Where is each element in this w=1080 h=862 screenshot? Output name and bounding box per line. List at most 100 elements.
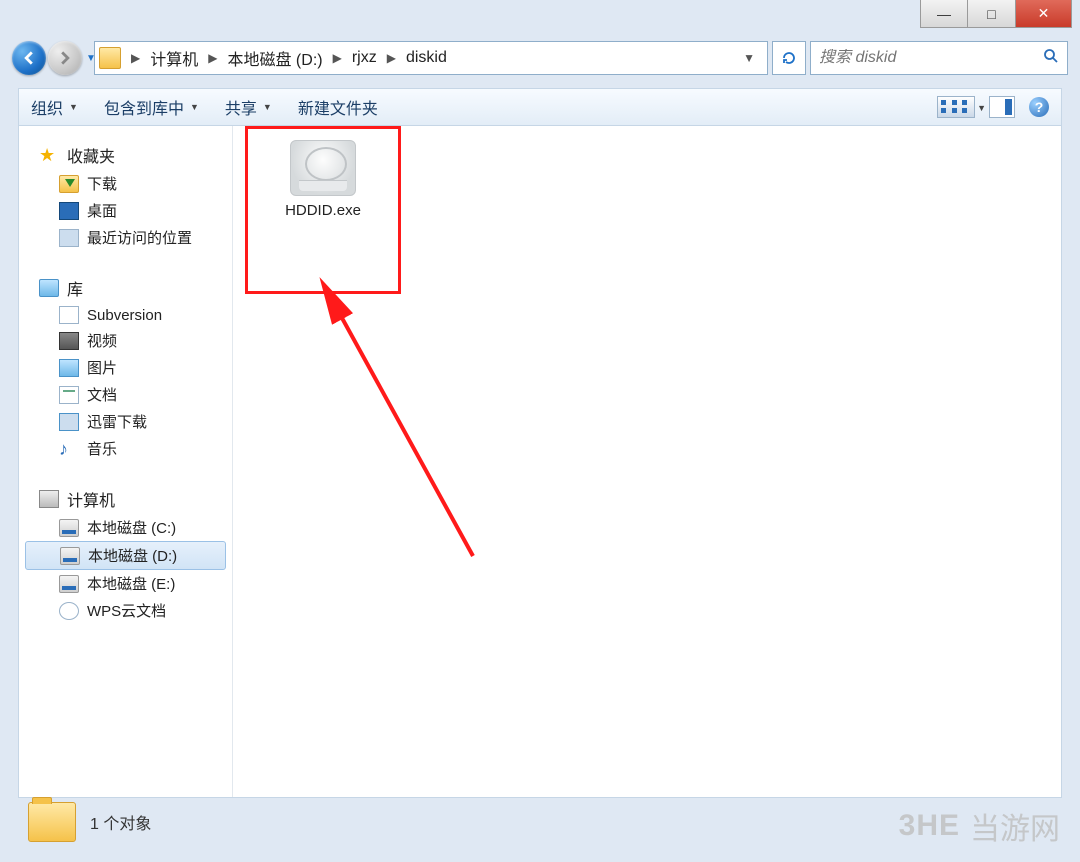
chevron-right-icon[interactable]: ▶ bbox=[125, 51, 146, 65]
sidebar-item-label: 迅雷下载 bbox=[87, 411, 147, 432]
help-button[interactable]: ? bbox=[1029, 97, 1049, 117]
sidebar-item-label: 图片 bbox=[87, 357, 117, 378]
organize-label: 组织 bbox=[31, 95, 63, 119]
breadcrumb-computer[interactable]: 计算机 bbox=[146, 42, 202, 74]
search-box[interactable] bbox=[810, 41, 1068, 75]
sidebar-group-libraries[interactable]: 库 bbox=[19, 273, 232, 303]
picture-icon bbox=[59, 359, 79, 377]
navigation-bar: ▼ ▶ 计算机 ▶ 本地磁盘 (D:) ▶ rjxz ▶ diskid ▼ bbox=[12, 38, 1068, 78]
sidebar-item-recent[interactable]: 最近访问的位置 bbox=[19, 224, 232, 251]
computer-icon bbox=[39, 490, 59, 508]
organize-menu[interactable]: 组织 ▼ bbox=[31, 95, 78, 119]
back-button[interactable] bbox=[12, 41, 46, 75]
sidebar-item-videos[interactable]: 视频 bbox=[19, 327, 232, 354]
history-dropdown[interactable]: ▼ bbox=[86, 53, 96, 64]
refresh-icon bbox=[781, 50, 797, 66]
breadcrumb-drive[interactable]: 本地磁盘 (D:) bbox=[223, 42, 326, 74]
download-icon bbox=[59, 175, 79, 193]
sidebar-item-wps-cloud[interactable]: WPS云文档 bbox=[19, 597, 232, 624]
computer-label: 计算机 bbox=[67, 487, 115, 511]
minimize-button[interactable]: — bbox=[920, 0, 968, 28]
chevron-right-icon[interactable]: ▶ bbox=[202, 51, 223, 65]
main-content: ★ 收藏夹 下载 桌面 最近访问的位置 库 Subversion 视频 图片 文档… bbox=[18, 126, 1062, 798]
folder-icon bbox=[99, 47, 121, 69]
drive-icon bbox=[60, 547, 80, 565]
watermark: 3HE 当游网 bbox=[899, 804, 1060, 848]
library-icon bbox=[39, 279, 59, 297]
share-menu[interactable]: 共享 ▼ bbox=[225, 95, 272, 119]
view-options-button[interactable]: ▼ bbox=[937, 96, 975, 118]
sidebar-item-drive-d[interactable]: 本地磁盘 (D:) bbox=[25, 541, 226, 570]
sidebar-item-label: 最近访问的位置 bbox=[87, 227, 192, 248]
xunlei-icon bbox=[59, 413, 79, 431]
file-name-label: HDDID.exe bbox=[253, 202, 393, 219]
document-icon bbox=[59, 386, 79, 404]
forward-button[interactable] bbox=[48, 41, 82, 75]
sidebar-item-drive-c[interactable]: 本地磁盘 (C:) bbox=[19, 514, 232, 541]
share-label: 共享 bbox=[225, 95, 257, 119]
chevron-down-icon: ▼ bbox=[977, 103, 986, 113]
include-label: 包含到库中 bbox=[104, 95, 184, 119]
sidebar-group-favorites[interactable]: ★ 收藏夹 bbox=[19, 140, 232, 170]
new-folder-button[interactable]: 新建文件夹 bbox=[298, 95, 378, 119]
sidebar-item-label: 桌面 bbox=[87, 200, 117, 221]
sidebar-item-label: 下载 bbox=[87, 173, 117, 194]
sidebar-item-label: WPS云文档 bbox=[87, 600, 166, 621]
star-icon: ★ bbox=[39, 146, 59, 164]
file-list-area[interactable]: HDDID.exe bbox=[233, 126, 1061, 797]
sidebar-item-label: 音乐 bbox=[87, 438, 117, 459]
favorites-label: 收藏夹 bbox=[67, 143, 115, 167]
cloud-icon bbox=[59, 602, 79, 620]
breadcrumb-folder[interactable]: rjxz bbox=[348, 42, 381, 74]
breadcrumb-folder[interactable]: diskid bbox=[402, 42, 451, 74]
chevron-right-icon[interactable]: ▶ bbox=[381, 51, 402, 65]
include-library-menu[interactable]: 包含到库中 ▼ bbox=[104, 95, 199, 119]
folder-icon bbox=[28, 802, 76, 842]
chevron-right-icon[interactable]: ▶ bbox=[327, 51, 348, 65]
sidebar-group-computer[interactable]: 计算机 bbox=[19, 484, 232, 514]
watermark-logo: 3HE bbox=[899, 809, 960, 843]
arrow-right-icon bbox=[58, 51, 72, 65]
sidebar-item-music[interactable]: ♪ 音乐 bbox=[19, 435, 232, 462]
newfolder-label: 新建文件夹 bbox=[298, 95, 378, 119]
libraries-label: 库 bbox=[67, 276, 83, 300]
file-item-hddid[interactable]: HDDID.exe bbox=[253, 136, 393, 219]
chevron-down-icon: ▼ bbox=[69, 102, 78, 112]
sidebar-item-label: 文档 bbox=[87, 384, 117, 405]
sidebar-item-documents[interactable]: 文档 bbox=[19, 381, 232, 408]
breadcrumb-dropdown[interactable]: ▼ bbox=[735, 51, 763, 65]
drive-icon bbox=[59, 575, 79, 593]
preview-pane-button[interactable] bbox=[989, 96, 1015, 118]
desktop-icon bbox=[59, 202, 79, 220]
sidebar-item-desktop[interactable]: 桌面 bbox=[19, 197, 232, 224]
navigation-sidebar: ★ 收藏夹 下载 桌面 最近访问的位置 库 Subversion 视频 图片 文档… bbox=[19, 126, 233, 797]
search-input[interactable] bbox=[819, 49, 1043, 67]
watermark-text: 当游网 bbox=[970, 804, 1060, 848]
sidebar-item-pictures[interactable]: 图片 bbox=[19, 354, 232, 381]
sidebar-item-downloads[interactable]: 下载 bbox=[19, 170, 232, 197]
recent-icon bbox=[59, 229, 79, 247]
drive-icon bbox=[59, 519, 79, 537]
video-icon bbox=[59, 332, 79, 350]
status-text: 1 个对象 bbox=[90, 810, 151, 834]
sidebar-item-label: Subversion bbox=[87, 307, 162, 324]
search-icon[interactable] bbox=[1043, 48, 1059, 69]
sidebar-item-label: 本地磁盘 (D:) bbox=[88, 545, 177, 566]
sidebar-item-label: 本地磁盘 (C:) bbox=[87, 517, 176, 538]
sidebar-item-subversion[interactable]: Subversion bbox=[19, 303, 232, 327]
address-bar[interactable]: ▶ 计算机 ▶ 本地磁盘 (D:) ▶ rjxz ▶ diskid ▼ bbox=[94, 41, 768, 75]
sidebar-item-drive-e[interactable]: 本地磁盘 (E:) bbox=[19, 570, 232, 597]
chevron-down-icon: ▼ bbox=[190, 102, 199, 112]
maximize-button[interactable]: □ bbox=[968, 0, 1016, 28]
refresh-button[interactable] bbox=[772, 41, 806, 75]
music-icon: ♪ bbox=[59, 440, 79, 458]
sidebar-item-label: 视频 bbox=[87, 330, 117, 351]
nav-buttons: ▼ bbox=[12, 39, 90, 77]
sidebar-item-xunlei[interactable]: 迅雷下载 bbox=[19, 408, 232, 435]
toolbar: 组织 ▼ 包含到库中 ▼ 共享 ▼ 新建文件夹 ▼ ? bbox=[18, 88, 1062, 126]
chevron-down-icon: ▼ bbox=[263, 102, 272, 112]
sidebar-item-label: 本地磁盘 (E:) bbox=[87, 573, 175, 594]
svn-icon bbox=[59, 306, 79, 324]
close-button[interactable]: ✕ bbox=[1016, 0, 1072, 28]
arrow-left-icon bbox=[22, 51, 36, 65]
